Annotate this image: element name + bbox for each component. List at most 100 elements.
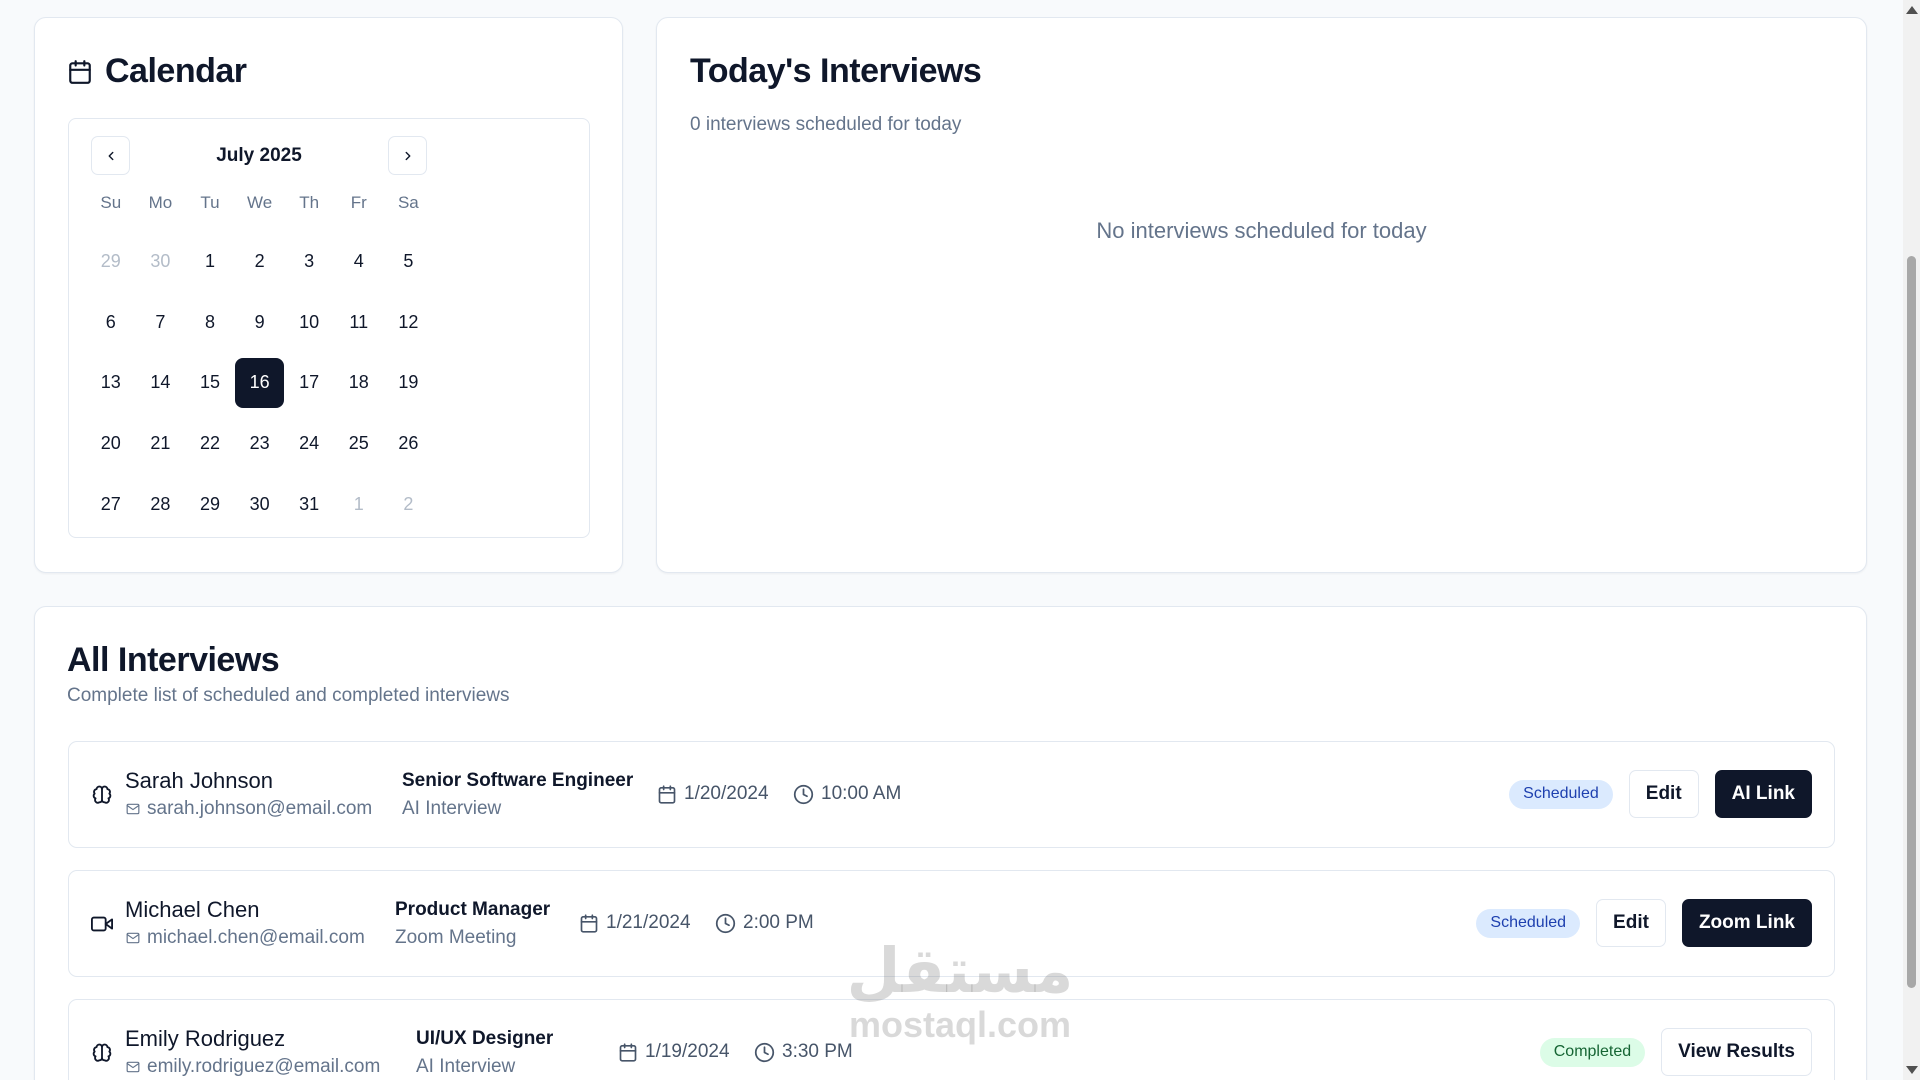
clock-icon [793,784,814,804]
scrollbar-thumb[interactable] [1907,256,1916,988]
all-interviews-subtitle: Complete list of scheduled and completed… [67,685,510,706]
calendar-day[interactable]: 21 [136,419,186,469]
todays-interviews-card: Today's Interviews 0 interviews schedule… [656,17,1867,573]
interview-type: AI Interview [416,1056,516,1077]
row-actions: Completed View Results [1539,1028,1812,1076]
video-icon [91,913,113,940]
ai-link-button[interactable]: AI Link [1714,770,1812,818]
calendar-week: 20 21 22 23 24 25 26 [86,413,433,474]
interview-date-text: 1/19/2024 [645,1041,730,1062]
brain-icon [91,784,113,811]
interview-time: 3:30 PM [754,1041,853,1063]
chevron-right-icon [405,151,410,160]
calendar-week: 6 7 8 9 10 11 12 [86,292,433,353]
calendar-day[interactable]: 28 [136,479,186,529]
calendar-day[interactable]: 18 [334,358,384,408]
month-label: July 2025 [216,145,302,166]
weekday-label: Sa [397,193,419,212]
interview-date-text: 1/20/2024 [684,783,769,804]
status-badge: Scheduled [1509,779,1613,809]
calendar-day[interactable]: 4 [334,237,384,287]
weekday-header: Su Mo Tu We Th Fr Sa [86,193,433,213]
calendar-day[interactable]: 26 [384,419,434,469]
view-results-button[interactable]: View Results [1661,1028,1812,1076]
scroll-up-arrow-icon[interactable] [1906,6,1918,14]
calendar-day[interactable]: 13 [86,358,136,408]
calendar-day[interactable]: 11 [334,297,384,347]
calendar-day[interactable]: 27 [86,479,136,529]
mail-icon [126,1061,140,1073]
calendar-heading: Calendar [67,52,247,91]
interview-row: Michael Chen michael.chen@email.com Prod… [68,870,1835,977]
interview-time-text: 3:30 PM [782,1041,853,1062]
calendar-title: Calendar [105,52,247,90]
calendar-day-selected[interactable]: 16 [234,357,285,408]
calendar-day[interactable]: 7 [136,297,186,347]
calendar-day[interactable]: 2 [384,479,434,529]
candidate-email: emily.rodriguez@email.com [125,1056,380,1078]
candidate-email-text: sarah.johnson@email.com [147,798,373,819]
calendar-day[interactable]: 29 [185,479,235,529]
calendar-day[interactable]: 1 [185,237,235,287]
calendar-day[interactable]: 2 [235,237,285,287]
zoom-link-button[interactable]: Zoom Link [1681,899,1812,947]
row-actions: Scheduled Edit Zoom Link [1476,899,1812,947]
todays-interviews-subtitle: 0 interviews scheduled for today [690,114,962,135]
interview-row: Emily Rodriguez emily.rodriguez@email.co… [68,999,1835,1080]
calendar-day[interactable]: 22 [185,419,235,469]
calendar-day[interactable]: 31 [284,479,334,529]
calendar-day[interactable]: 8 [185,297,235,347]
interview-date: 1/20/2024 [657,783,769,805]
chevron-left-icon [108,151,113,160]
weekday-label: We [246,193,273,212]
calendar-day[interactable]: 3 [284,237,334,287]
position-title: Senior Software Engineer [402,770,634,791]
weekday-label: Th [299,193,320,212]
interview-date: 1/19/2024 [618,1041,730,1063]
weekday-label: Su [100,193,122,212]
calendar-day[interactable]: 17 [284,358,334,408]
calendar-card: Calendar July 2025 Su Mo Tu We Th Fr Sa 29 30 1 2… [34,17,623,573]
calendar-icon [580,913,598,933]
clock-icon [754,1042,775,1062]
candidate-name: Sarah Johnson [125,768,273,793]
interview-row: Sarah Johnson sarah.johnson@email.com Se… [68,741,1835,848]
calendar-day[interactable]: 30 [136,237,186,287]
calendar-day[interactable]: 30 [235,479,285,529]
calendar-day[interactable]: 1 [334,479,384,529]
todays-interviews-title: Today's Interviews [690,52,982,90]
calendar-day[interactable]: 19 [384,358,434,408]
empty-state-message: No interviews scheduled for today [1096,218,1427,243]
calendar-icon [619,1042,637,1062]
weekday-label: Fr [350,193,367,212]
calendar-day[interactable]: 20 [86,419,136,469]
candidate-email-text: michael.chen@email.com [147,927,365,948]
calendar-day[interactable]: 12 [384,297,434,347]
calendar-day[interactable]: 23 [235,419,285,469]
calendar-icon [658,784,676,804]
calendar-day[interactable]: 9 [235,297,285,347]
calendar-day[interactable]: 5 [384,237,434,287]
calendar-icon [69,59,91,84]
calendar-day[interactable]: 14 [136,358,186,408]
page-scrollbar[interactable] [1903,0,1920,1080]
clock-icon [715,913,736,933]
calendar-day[interactable]: 24 [284,419,334,469]
calendar-day[interactable]: 29 [86,237,136,287]
scroll-down-arrow-icon[interactable] [1906,1066,1918,1074]
edit-button[interactable]: Edit [1628,770,1699,818]
candidate-name: Michael Chen [125,897,260,922]
weekday-label: Tu [200,193,220,212]
calendar-day[interactable]: 25 [334,419,384,469]
calendar-day[interactable]: 15 [185,358,235,408]
previous-month-button[interactable] [91,136,130,175]
next-month-button[interactable] [388,136,427,175]
weekday-label: Mo [148,193,173,212]
interview-time-text: 2:00 PM [743,912,814,933]
calendar-day[interactable]: 10 [284,297,334,347]
edit-button[interactable]: Edit [1596,899,1666,947]
all-interviews-title: All Interviews [67,641,280,679]
calendar-week: 27 28 29 30 31 1 2 [86,474,433,535]
calendar-day[interactable]: 6 [86,297,136,347]
mail-icon [126,803,140,815]
